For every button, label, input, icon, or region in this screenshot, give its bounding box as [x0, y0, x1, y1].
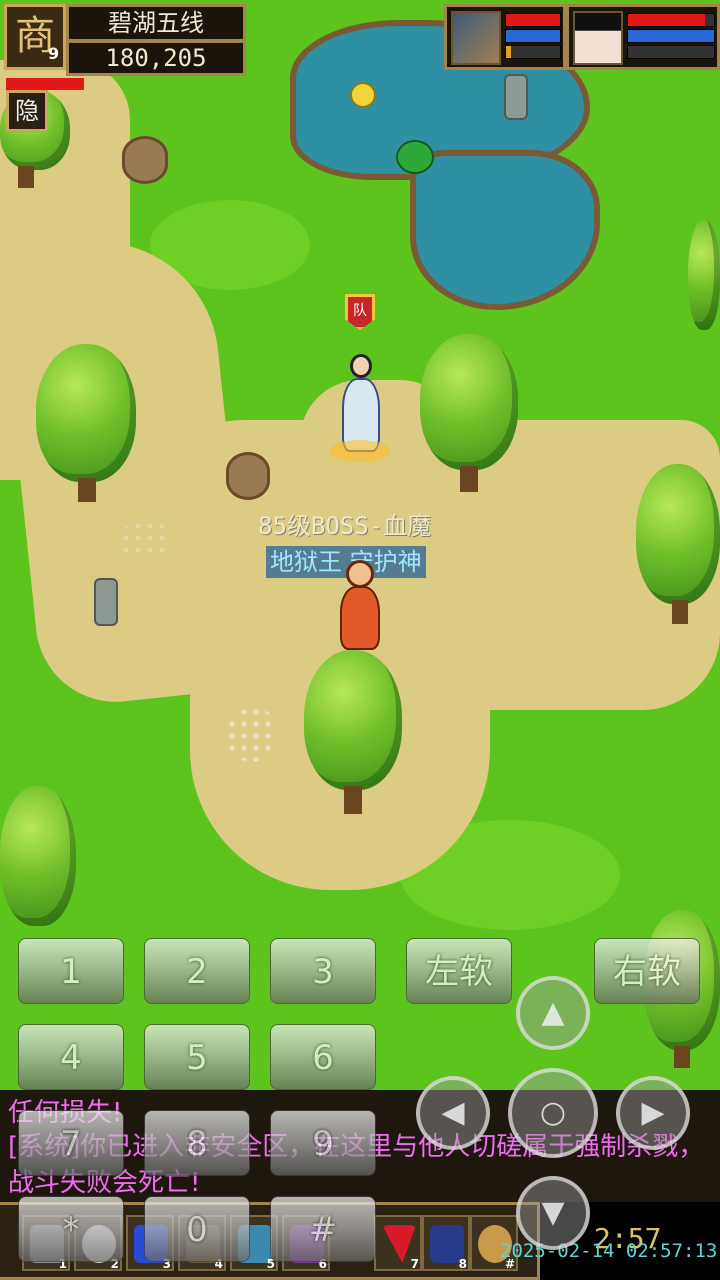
key-hash[interactable]: #: [270, 1196, 376, 1262]
skill-slot-8[interactable]: 8: [422, 1215, 470, 1271]
dpad-right-button[interactable]: ▶: [616, 1076, 690, 1150]
player-hp-bar: [627, 13, 715, 27]
hide-ui-button[interactable]: 隐: [6, 90, 48, 132]
stone-pillar: [504, 74, 528, 120]
companion-avatar-icon: [451, 11, 501, 65]
tree: [0, 786, 76, 946]
party-member-1[interactable]: [444, 4, 566, 70]
dpad-up-button[interactable]: ▲: [516, 976, 590, 1050]
character-level: 9: [48, 44, 60, 63]
companion-mp-bar: [505, 29, 561, 43]
dpad-left-button[interactable]: ◀: [416, 1076, 490, 1150]
left-soft-key[interactable]: 左软: [406, 938, 512, 1004]
tree-stump: [122, 136, 168, 184]
dpad-center-button[interactable]: ○: [508, 1068, 598, 1158]
right-soft-key[interactable]: 右软: [594, 938, 700, 1004]
game-map[interactable]: 队 85级BOSS-血魔 地狱王 守护神: [0, 0, 720, 1090]
boss-character[interactable]: [332, 560, 388, 660]
tree: [420, 334, 518, 494]
player-mp-bar: [627, 29, 715, 43]
pebbles: [120, 520, 172, 560]
key-2[interactable]: 2: [144, 938, 250, 1004]
key-4[interactable]: 4: [18, 1024, 124, 1090]
key-0[interactable]: 0: [144, 1196, 250, 1262]
player-character[interactable]: [330, 350, 390, 466]
tree: [36, 344, 136, 504]
key-8[interactable]: 8: [144, 1110, 250, 1176]
stone-pillar: [94, 578, 118, 626]
key-1[interactable]: 1: [18, 938, 124, 1004]
map-coordinates: 180,205: [66, 40, 246, 76]
key-7[interactable]: 7: [18, 1110, 124, 1176]
party-member-2[interactable]: [566, 4, 720, 70]
dpad-down-button[interactable]: ▼: [516, 1176, 590, 1250]
tree: [304, 650, 402, 814]
companion-hp-bar: [505, 13, 561, 27]
key-6[interactable]: 6: [270, 1024, 376, 1090]
tree: [636, 464, 720, 624]
player-avatar-icon: [573, 11, 623, 65]
lotus-flower: [350, 82, 376, 108]
tree: [688, 220, 720, 340]
key-9[interactable]: 9: [270, 1110, 376, 1176]
team-flag-icon: 队: [345, 294, 375, 330]
pebbles: [226, 706, 278, 762]
health-bar: [6, 78, 84, 90]
map-name: 碧湖五线: [66, 4, 246, 42]
boss-name-label: 85级BOSS-血魔: [258, 512, 432, 540]
skill-slot-7[interactable]: 7: [374, 1215, 422, 1271]
tree-stump: [226, 452, 270, 500]
lily-pad: [396, 140, 434, 174]
player-exp-bar: [627, 45, 715, 59]
key-3[interactable]: 3: [270, 938, 376, 1004]
companion-exp-bar: [505, 45, 561, 59]
pond: [410, 150, 600, 310]
key-star[interactable]: *: [18, 1196, 124, 1262]
key-5[interactable]: 5: [144, 1024, 250, 1090]
